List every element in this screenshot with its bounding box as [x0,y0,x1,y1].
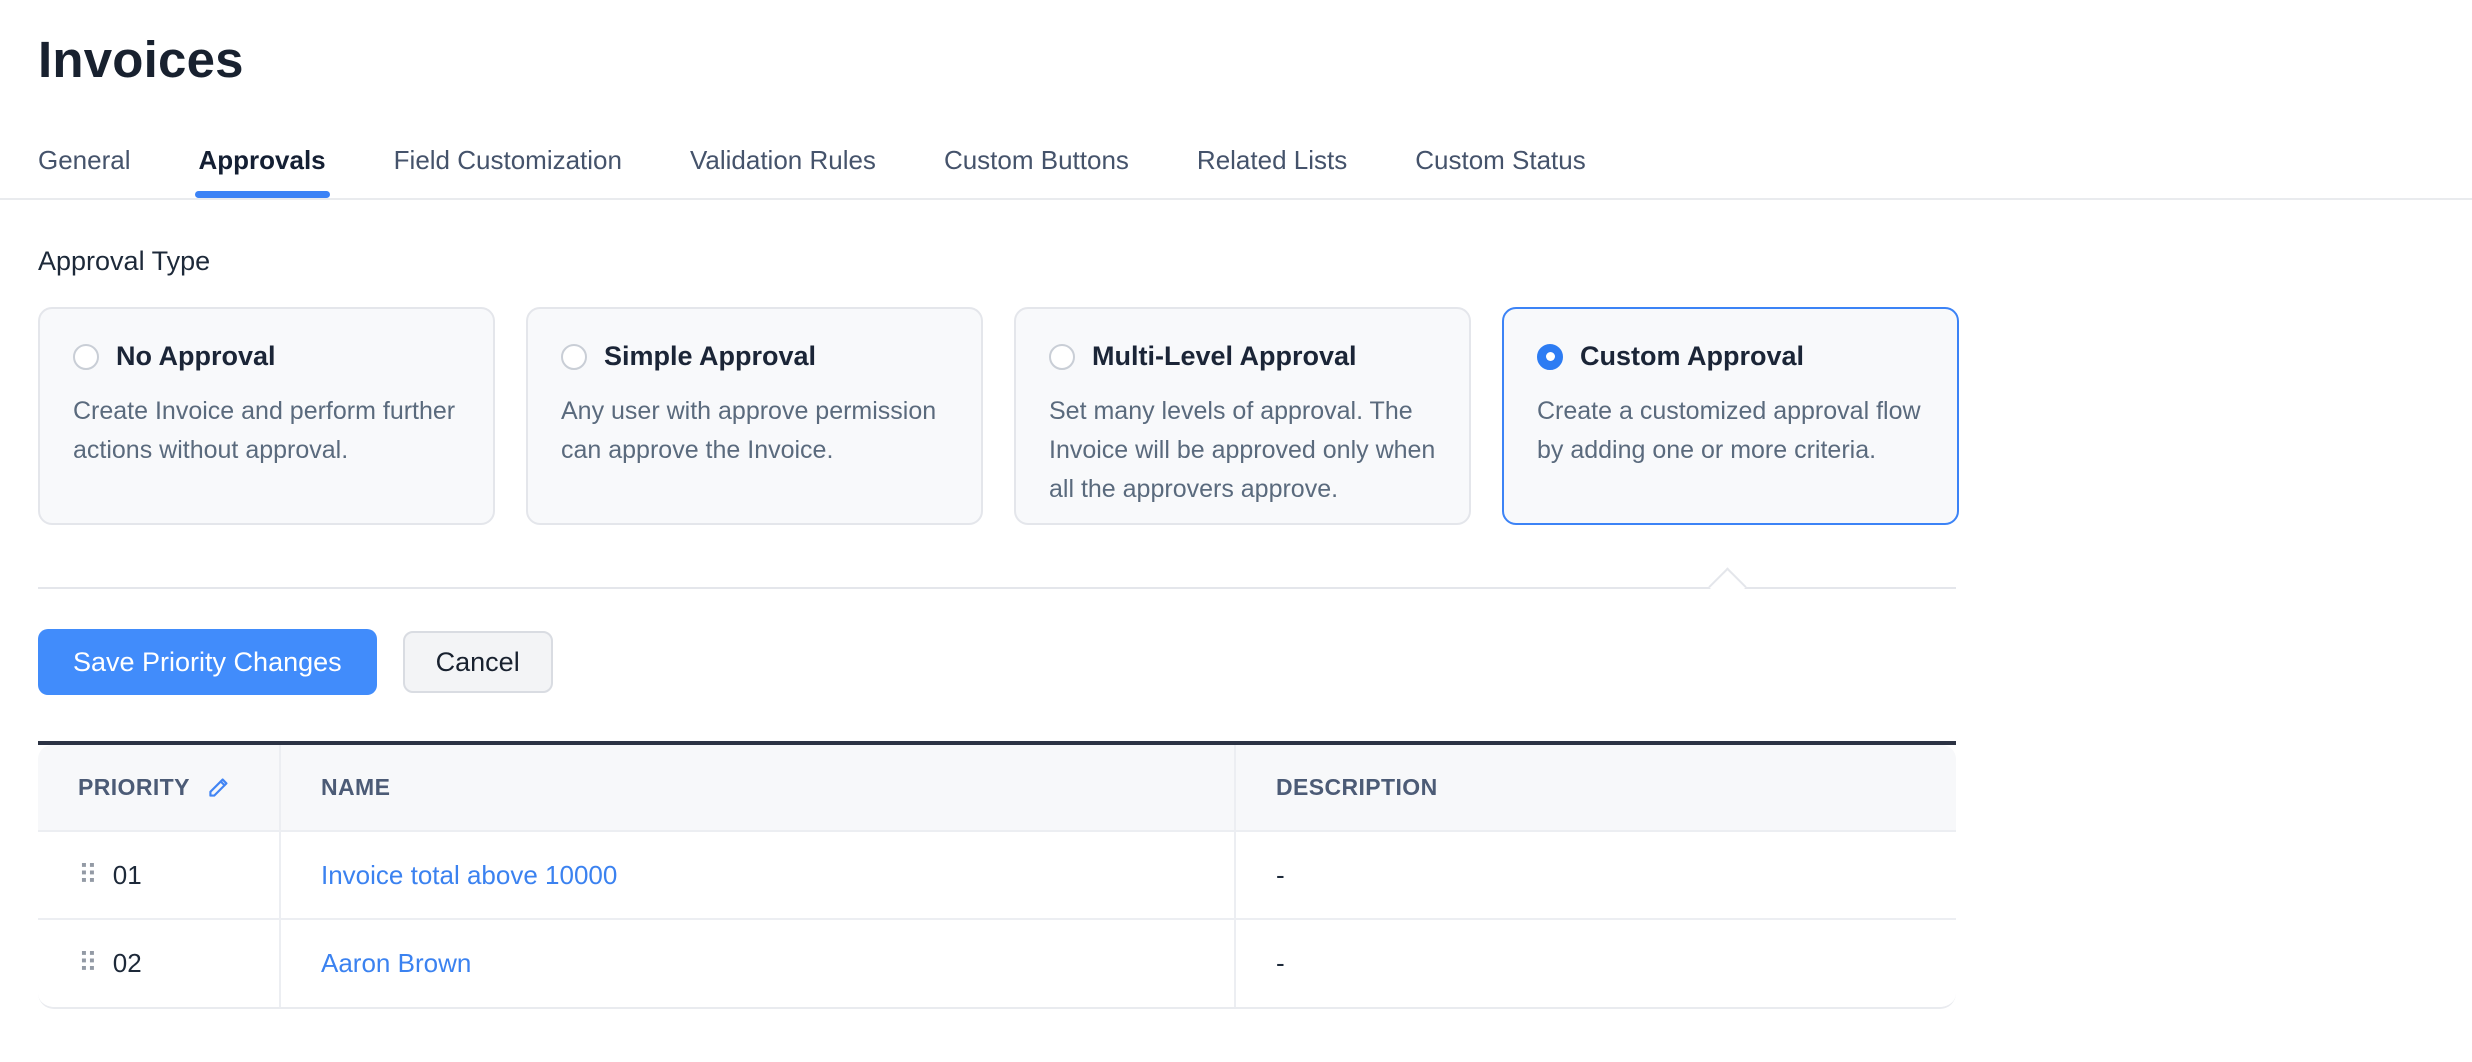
approval-option-multi-level-approval[interactable]: Multi-Level Approval Set many levels of … [1014,307,1471,525]
radio-unselected-icon[interactable] [1049,344,1075,370]
tab-approvals[interactable]: Approvals [199,145,326,198]
approval-priority-table: PRIORITY NAME DESCRIPTION [38,741,1956,1009]
tab-field-customization[interactable]: Field Customization [394,145,622,198]
edit-priority-icon[interactable] [205,775,231,801]
caret-up-icon [1708,567,1746,605]
approval-option-simple-approval[interactable]: Simple Approval Any user with approve pe… [526,307,983,525]
priority-value: 02 [113,948,142,979]
page-title: Invoices [38,30,2472,89]
approval-option-description: Create a customized approval flow by add… [1537,392,1924,470]
tab-custom-buttons[interactable]: Custom Buttons [944,145,1129,198]
radio-unselected-icon[interactable] [73,344,99,370]
section-divider [38,587,1956,589]
priority-cell: ⠿ 02 [38,919,280,1007]
radio-unselected-icon[interactable] [561,344,587,370]
approval-option-title: No Approval [116,341,276,372]
description-cell: - [1235,831,1956,919]
priority-actions: Save Priority Changes Cancel [38,629,2472,695]
approval-option-description: Any user with approve permission can app… [561,392,948,470]
table-row: ⠿ 02 Aaron Brown - [38,919,1956,1007]
radio-selected-icon[interactable] [1537,344,1563,370]
approval-option-title: Custom Approval [1580,341,1804,372]
cancel-button[interactable]: Cancel [403,631,553,693]
approval-option-description: Create Invoice and perform further actio… [73,392,460,470]
approval-option-title: Multi-Level Approval [1092,341,1357,372]
tab-general[interactable]: General [38,145,131,198]
approval-option-no-approval[interactable]: No Approval Create Invoice and perform f… [38,307,495,525]
approval-option-title: Simple Approval [604,341,816,372]
approval-option-description: Set many levels of approval. The Invoice… [1049,392,1436,509]
table-row: ⠿ 01 Invoice total above 10000 - [38,831,1956,919]
save-priority-changes-button[interactable]: Save Priority Changes [38,629,377,695]
column-header-name: NAME [280,745,1235,831]
name-cell: Invoice total above 10000 [280,831,1235,919]
description-cell: - [1235,919,1956,1007]
priority-value: 01 [113,860,142,891]
drag-handle-icon[interactable]: ⠿ [78,950,98,977]
table-header-row: PRIORITY NAME DESCRIPTION [38,745,1956,831]
priority-header-label: PRIORITY [78,774,190,801]
settings-tabs: General Approvals Field Customization Va… [38,145,2472,198]
approval-rule-link[interactable]: Aaron Brown [321,948,471,978]
approval-type-label: Approval Type [38,246,2472,277]
approval-type-options: No Approval Create Invoice and perform f… [38,307,2472,525]
drag-handle-icon[interactable]: ⠿ [78,862,98,889]
tab-custom-status[interactable]: Custom Status [1415,145,1586,198]
tab-related-lists[interactable]: Related Lists [1197,145,1347,198]
approval-rule-link[interactable]: Invoice total above 10000 [321,860,617,890]
priority-cell: ⠿ 01 [38,831,280,919]
tabs-divider [0,198,2472,200]
name-cell: Aaron Brown [280,919,1235,1007]
column-header-priority: PRIORITY [38,745,280,831]
approval-option-custom-approval[interactable]: Custom Approval Create a customized appr… [1502,307,1959,525]
column-header-description: DESCRIPTION [1235,745,1956,831]
tab-validation-rules[interactable]: Validation Rules [690,145,876,198]
